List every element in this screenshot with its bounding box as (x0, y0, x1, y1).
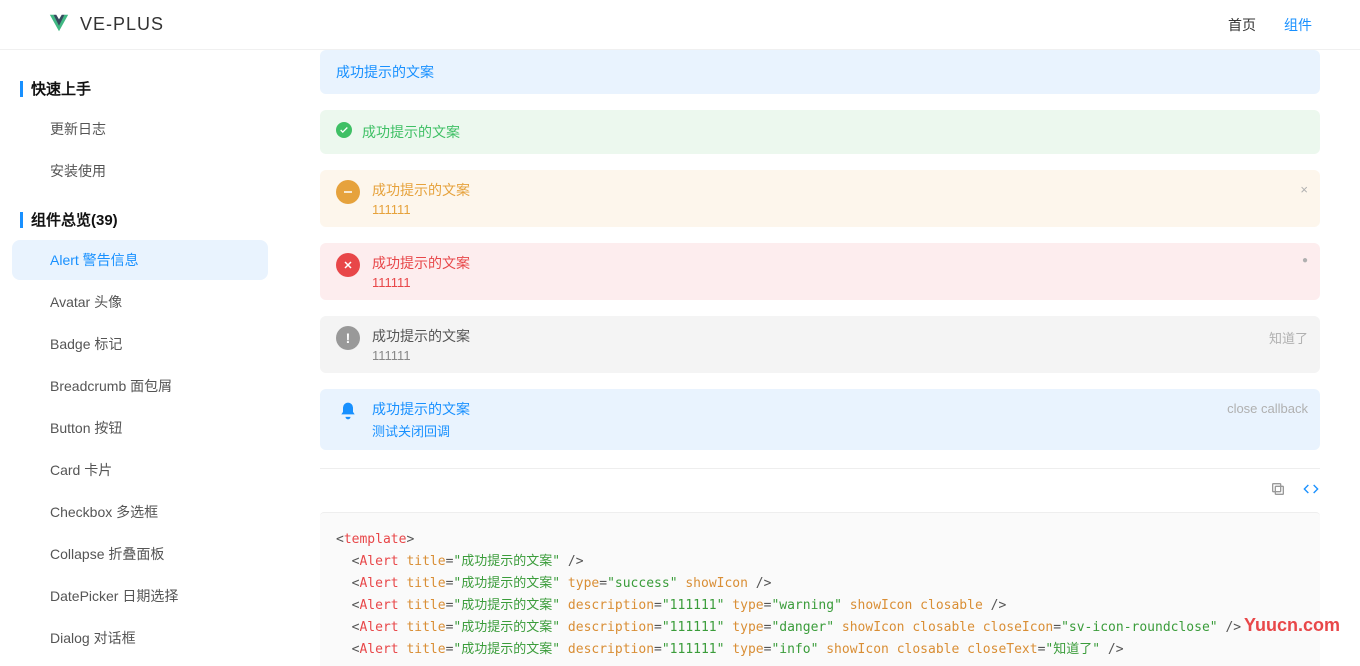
check-circle-icon (336, 122, 352, 138)
sidebar-item-checkbox[interactable]: Checkbox 多选框 (12, 492, 268, 532)
sidebar-item-badge[interactable]: Badge 标记 (12, 324, 268, 364)
close-circle-icon (336, 253, 360, 277)
sidebar-item-changelog[interactable]: 更新日志 (12, 109, 268, 149)
info-circle-icon: ! (336, 326, 360, 350)
sidebar: 快速上手 更新日志 安装使用 组件总览(39) Alert 警告信息 Avata… (0, 50, 280, 666)
sidebar-item-alert[interactable]: Alert 警告信息 (12, 240, 268, 280)
section-overview: 组件总览(39) (0, 201, 280, 238)
alert-desc: 111111 (372, 348, 1304, 363)
alert-title: 成功提示的文案 (372, 399, 1304, 419)
alert-default: 成功提示的文案 (320, 50, 1320, 94)
sidebar-item-avatar[interactable]: Avatar 头像 (12, 282, 268, 322)
close-icon[interactable]: × (1300, 182, 1308, 197)
alert-desc: 111111 (372, 202, 1304, 217)
alert-success: 成功提示的文案 (320, 110, 1320, 154)
nav-links: 首页 组件 (1228, 15, 1312, 35)
alert-warning: 成功提示的文案 111111 × (320, 170, 1320, 227)
vue-logo-icon (48, 12, 70, 37)
nav-home[interactable]: 首页 (1228, 15, 1256, 35)
brand: VE-PLUS (48, 12, 164, 37)
alert-title: 成功提示的文案 (372, 326, 1304, 346)
sidebar-item-dialog[interactable]: Dialog 对话框 (12, 618, 268, 658)
code-block: <template> <Alert title="成功提示的文案" /> <Al… (320, 512, 1320, 666)
brand-title: VE-PLUS (80, 14, 164, 35)
alert-title: 成功提示的文案 (336, 62, 434, 82)
header: VE-PLUS 首页 组件 (0, 0, 1360, 50)
sidebar-item-breadcrumb[interactable]: Breadcrumb 面包屑 (12, 366, 268, 406)
alert-title: 成功提示的文案 (362, 122, 460, 142)
nav-components[interactable]: 组件 (1284, 15, 1312, 35)
close-text[interactable]: 知道了 (1269, 328, 1308, 347)
minus-circle-icon (336, 180, 360, 204)
alert-danger: 成功提示的文案 111111 ● (320, 243, 1320, 300)
alert-info: ! 成功提示的文案 111111 知道了 (320, 316, 1320, 373)
sidebar-item-datepicker[interactable]: DatePicker 日期选择 (12, 576, 268, 616)
bell-icon (336, 399, 360, 423)
close-text[interactable]: close callback (1227, 401, 1308, 416)
code-icon[interactable] (1302, 481, 1320, 500)
sidebar-item-card[interactable]: Card 卡片 (12, 450, 268, 490)
alert-desc: 测试关闭回调 (372, 421, 1304, 440)
alert-title: 成功提示的文案 (372, 180, 1304, 200)
code-toolbar (320, 468, 1320, 512)
sidebar-item-collapse[interactable]: Collapse 折叠面板 (12, 534, 268, 574)
section-quickstart: 快速上手 (0, 70, 280, 107)
alert-primary: 成功提示的文案 测试关闭回调 close callback (320, 389, 1320, 450)
alert-title: 成功提示的文案 (372, 253, 1304, 273)
copy-icon[interactable] (1270, 481, 1286, 500)
alert-desc: 111111 (372, 275, 1304, 290)
sidebar-item-install[interactable]: 安装使用 (12, 151, 268, 191)
content: 成功提示的文案 成功提示的文案 成功提示的文案 111111 × 成功提示的文案… (280, 50, 1360, 666)
watermark: Yuucn.com (1244, 615, 1340, 636)
sidebar-item-button[interactable]: Button 按钮 (12, 408, 268, 448)
close-icon[interactable]: ● (1302, 255, 1308, 266)
